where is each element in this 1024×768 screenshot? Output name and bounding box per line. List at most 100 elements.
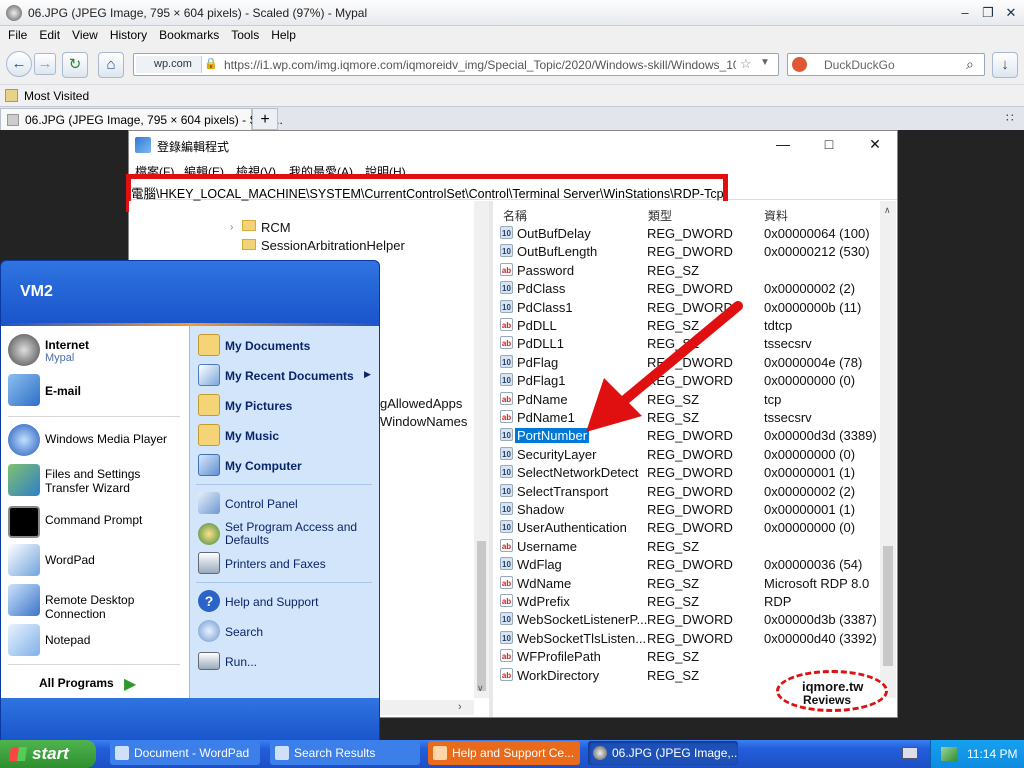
regedit-maximize-button[interactable]: □ — [806, 130, 852, 158]
recent-files-settings-transfer[interactable]: Files and Settings Transfer Wizard — [8, 464, 188, 496]
start-printers-faxes[interactable]: Printers and Faxes — [198, 552, 378, 576]
column-data-header[interactable]: 資料 — [764, 207, 788, 224]
back-button[interactable]: ← — [6, 51, 32, 77]
start-run[interactable]: Run... — [198, 650, 378, 674]
start-my-documents[interactable]: My Documents — [198, 334, 378, 358]
values-scroll-up-icon[interactable]: ∧ — [884, 205, 891, 216]
regedit-minimize-button[interactable]: — — [760, 130, 806, 158]
recent-label: Files and Settings Transfer Wizard — [45, 467, 141, 495]
registry-value-name: WdFlag — [517, 557, 562, 573]
minimize-button[interactable]: ‒ — [954, 4, 976, 22]
registry-value-row[interactable]: 10 SecurityLayer REG_DWORD 0x00000000 (0) — [500, 446, 880, 465]
registry-value-row[interactable]: 10 PdClass REG_DWORD 0x00000002 (2) — [500, 281, 880, 299]
restore-button[interactable]: ❐ — [977, 4, 999, 22]
registry-value-row[interactable]: ab Username REG_SZ — [500, 538, 880, 557]
start-my-computer[interactable]: My Computer — [198, 454, 378, 478]
site-identity-badge[interactable]: wp.com — [136, 56, 202, 73]
registry-value-row[interactable]: 10 SelectTransport REG_DWORD 0x00000002 (2) — [500, 483, 880, 502]
menu-edit[interactable]: Edit — [33, 28, 66, 42]
registry-value-name: PdName — [517, 391, 568, 407]
registry-value-row[interactable]: ab WdName REG_SZ Microsoft RDP 8.0 — [500, 575, 880, 594]
registry-value-row[interactable]: ab Password REG_SZ — [500, 262, 880, 281]
values-vertical-scrollbar[interactable]: ∧ — [880, 201, 896, 698]
tree-item-allowed-apps[interactable]: gAllowedApps — [380, 396, 462, 411]
start-button[interactable]: start — [0, 740, 96, 768]
values-scroll-thumb[interactable] — [883, 546, 893, 666]
bookmark-star-icon[interactable]: ☆ — [740, 56, 752, 72]
start-my-music[interactable]: My Music — [198, 424, 378, 448]
tab-active[interactable]: 06.JPG (JPEG Image, 795 × 604 pixels) - … — [0, 108, 283, 131]
start-my-recent-documents[interactable]: My Recent Documents ▶ — [198, 364, 378, 388]
menu-bookmarks[interactable]: Bookmarks — [153, 28, 225, 42]
tree-item-session-arbitration[interactable]: SessionArbitrationHelper — [261, 238, 405, 253]
tree-scroll-right-icon[interactable]: › — [458, 701, 462, 713]
registry-value-type: REG_SZ — [647, 575, 700, 591]
new-tab-button[interactable]: + — [252, 108, 278, 130]
task-search-results[interactable]: Search Results — [270, 741, 420, 765]
recent-notepad[interactable]: Notepad — [8, 624, 188, 656]
download-button[interactable]: ↓ — [992, 52, 1018, 78]
start-help-support[interactable]: ? Help and Support — [198, 590, 378, 614]
recent-wordpad[interactable]: WordPad — [8, 544, 188, 576]
registry-value-row[interactable]: 10 WdFlag REG_DWORD 0x00000036 (54) — [500, 557, 880, 575]
tree-horizontal-scrollbar[interactable]: › — [380, 700, 474, 715]
duckduckgo-icon[interactable] — [792, 57, 807, 72]
tree-expand-icon[interactable]: › — [230, 222, 233, 233]
task-label: Search Results — [294, 746, 376, 760]
registry-value-row[interactable]: 10 OutBufDelay REG_DWORD 0x00000064 (100) — [500, 226, 880, 244]
bookmark-most-visited[interactable]: Most Visited — [24, 89, 89, 103]
menu-file[interactable]: File — [2, 28, 33, 42]
tree-item-window-names[interactable]: WindowNames — [380, 414, 467, 429]
tree-vertical-scrollbar[interactable]: ∨ — [474, 201, 489, 698]
task-help-support[interactable]: Help and Support Ce... — [428, 741, 580, 765]
registry-value-row[interactable]: ab WFProfilePath REG_SZ — [500, 649, 880, 667]
registry-value-row[interactable]: 10 OutBufLength REG_DWORD 0x00000212 (530) — [500, 244, 880, 262]
menu-help[interactable]: Help — [265, 28, 302, 42]
registry-value-row[interactable]: 10 Shadow REG_DWORD 0x00000001 (1) — [500, 502, 880, 520]
recent-remote-desktop[interactable]: Remote Desktop Connection — [8, 584, 188, 621]
tab-list-icon[interactable]: ∷ — [1006, 111, 1014, 125]
menu-view[interactable]: View — [66, 28, 104, 42]
keyboard-icon[interactable] — [902, 747, 918, 759]
task-wordpad[interactable]: Document - WordPad — [110, 741, 260, 765]
start-my-pictures[interactable]: My Pictures — [198, 394, 378, 418]
clock[interactable]: 11:14 PM — [967, 747, 1017, 761]
tree-scroll-down-icon[interactable]: ∨ — [477, 683, 484, 694]
reload-button[interactable]: ↻ — [62, 52, 88, 78]
tree-item-rcm[interactable]: RCM — [261, 220, 291, 235]
network-tray-icon[interactable] — [941, 747, 957, 761]
search-bar[interactable]: DuckDuckGo ⌕ — [787, 53, 985, 76]
recent-command-prompt[interactable]: Command Prompt — [8, 506, 188, 538]
registry-value-data: 0x00000d3b (3387) — [764, 612, 877, 628]
recent-label: Notepad — [45, 633, 91, 647]
start-search[interactable]: Search — [198, 620, 378, 644]
registry-value-row[interactable]: 10 SelectNetworkDetect REG_DWORD 0x00000001… — [500, 465, 880, 483]
browser-titlebar: 06.JPG (JPEG Image, 795 × 604 pixels) - … — [0, 0, 1024, 26]
menu-tools[interactable]: Tools — [225, 28, 265, 42]
task-browser-image[interactable]: 06.JPG (JPEG Image,... — [588, 741, 738, 765]
home-button[interactable]: ⌂ — [98, 52, 124, 78]
tab-title: 06.JPG (JPEG Image, 795 × 604 pixels) - … — [25, 113, 283, 127]
registry-value-row[interactable]: 10 WebSocketTlsListen... REG_DWORD 0x00000d… — [500, 630, 880, 649]
tree-scroll-thumb[interactable] — [477, 541, 486, 691]
start-right-label: My Music — [225, 429, 280, 443]
registry-value-row[interactable]: 10 UserAuthentication REG_DWORD 0x00000000 … — [500, 520, 880, 538]
menu-history[interactable]: History — [104, 28, 153, 42]
column-type-header[interactable]: 類型 — [648, 207, 672, 224]
column-name-header[interactable]: 名稱 — [503, 207, 527, 224]
registry-value-row[interactable]: 10 WebSocketListenerP... REG_DWORD 0x00000d… — [500, 612, 880, 630]
start-item-internet[interactable]: Internet Mypal — [8, 334, 188, 368]
registry-value-row[interactable]: ab WdPrefix REG_SZ RDP — [500, 594, 880, 612]
all-programs-button[interactable]: All Programs ▶ — [38, 674, 148, 694]
start-set-program-access[interactable]: Set Program Access and Defaults — [198, 520, 378, 548]
start-item-email[interactable]: E-mail — [8, 374, 188, 408]
recent-windows-media-player[interactable]: Windows Media Player — [8, 424, 188, 456]
close-button[interactable]: ✕ — [1000, 4, 1022, 22]
start-control-panel[interactable]: Control Panel — [198, 492, 378, 516]
url-dropdown-icon[interactable]: ▼ — [760, 57, 770, 68]
search-icon[interactable]: ⌕ — [966, 56, 974, 73]
regedit-close-button[interactable]: ✕ — [852, 130, 898, 158]
string-value-icon: ab — [500, 262, 513, 276]
forward-button[interactable]: → — [34, 53, 56, 75]
url-bar[interactable]: wp.com 🔒 https://i1.wp.com/img.iqmore.co… — [133, 53, 779, 76]
